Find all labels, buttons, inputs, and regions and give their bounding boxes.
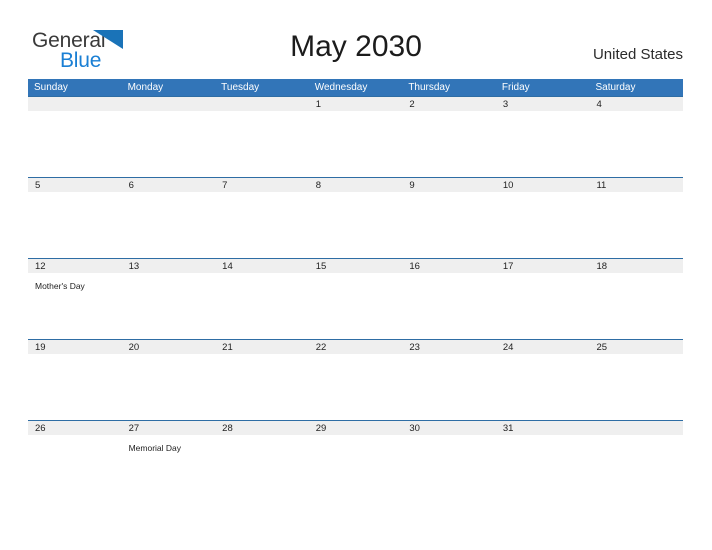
day-cell[interactable]: Memorial Day xyxy=(122,435,216,501)
day-cell[interactable] xyxy=(28,111,122,177)
day-cell[interactable] xyxy=(215,111,309,177)
day-cell[interactable] xyxy=(122,273,216,339)
day-cell[interactable] xyxy=(309,111,403,177)
day-cell[interactable] xyxy=(215,354,309,420)
day-cell[interactable] xyxy=(122,192,216,258)
day-number[interactable]: 2 xyxy=(402,97,496,111)
day-number[interactable]: 29 xyxy=(309,421,403,435)
day-cell[interactable] xyxy=(589,273,683,339)
day-number[interactable]: 15 xyxy=(309,259,403,273)
day-number[interactable]: 20 xyxy=(122,340,216,354)
day-cell[interactable] xyxy=(589,354,683,420)
day-cell[interactable]: Mother's Day xyxy=(28,273,122,339)
day-number[interactable] xyxy=(215,97,309,111)
day-number[interactable]: 17 xyxy=(496,259,590,273)
weekday-wednesday: Wednesday xyxy=(314,82,368,93)
day-number[interactable]: 28 xyxy=(215,421,309,435)
day-number[interactable]: 27 xyxy=(122,421,216,435)
day-cell[interactable] xyxy=(402,111,496,177)
day-number[interactable]: 4 xyxy=(589,97,683,111)
day-number[interactable]: 5 xyxy=(28,178,122,192)
day-cell[interactable] xyxy=(589,192,683,258)
day-number[interactable]: 16 xyxy=(402,259,496,273)
day-cell[interactable] xyxy=(496,354,590,420)
day-cell[interactable] xyxy=(496,435,590,501)
day-number[interactable]: 24 xyxy=(496,340,590,354)
weekday-header-row: Sunday Monday Tuesday Wednesday Thursday… xyxy=(28,79,683,96)
page-header: General Blue May 2030 United States xyxy=(0,0,712,71)
day-number[interactable] xyxy=(589,421,683,435)
day-cell[interactable] xyxy=(309,435,403,501)
day-number[interactable]: 31 xyxy=(496,421,590,435)
day-cell[interactable] xyxy=(402,435,496,501)
day-event-label: Mother's Day xyxy=(35,281,85,291)
day-number[interactable]: 3 xyxy=(496,97,590,111)
day-cell[interactable] xyxy=(28,435,122,501)
weekday-saturday: Saturday xyxy=(595,82,636,93)
weekday-tuesday: Tuesday xyxy=(221,82,260,93)
day-cell[interactable] xyxy=(402,192,496,258)
day-number[interactable]: 22 xyxy=(309,340,403,354)
day-cell[interactable] xyxy=(496,111,590,177)
day-cell[interactable] xyxy=(309,273,403,339)
weekday-sunday: Sunday xyxy=(34,82,68,93)
week-date-band: 26 27 28 29 30 31 xyxy=(28,420,683,435)
day-number[interactable]: 7 xyxy=(215,178,309,192)
day-number[interactable]: 13 xyxy=(122,259,216,273)
calendar-week-row: 1 2 3 4 xyxy=(28,96,683,177)
day-number[interactable]: 11 xyxy=(589,178,683,192)
day-number[interactable]: 26 xyxy=(28,421,122,435)
week-event-band xyxy=(28,111,683,177)
day-event-label: Memorial Day xyxy=(128,443,182,453)
region-label: United States xyxy=(592,46,683,63)
day-number[interactable]: 12 xyxy=(28,259,122,273)
day-number[interactable] xyxy=(122,97,216,111)
day-cell[interactable] xyxy=(215,192,309,258)
day-cell[interactable] xyxy=(28,192,122,258)
week-event-band xyxy=(28,192,683,258)
day-cell[interactable] xyxy=(309,354,403,420)
weekday-monday: Monday xyxy=(127,82,164,93)
week-event-band: Memorial Day xyxy=(28,435,683,501)
day-cell[interactable] xyxy=(402,273,496,339)
day-number[interactable]: 8 xyxy=(309,178,403,192)
week-event-band: Mother's Day xyxy=(28,273,683,339)
day-number[interactable]: 18 xyxy=(589,259,683,273)
day-number[interactable]: 1 xyxy=(309,97,403,111)
day-cell[interactable] xyxy=(122,111,216,177)
week-date-band: 1 2 3 4 xyxy=(28,96,683,111)
calendar-week-row: 5 6 7 8 9 10 11 xyxy=(28,177,683,258)
calendar-grid: Sunday Monday Tuesday Wednesday Thursday… xyxy=(28,79,683,501)
calendar-page: General Blue May 2030 United States Sund… xyxy=(0,0,712,550)
calendar-week-row: 12 13 14 15 16 17 18 Mother's Day xyxy=(28,258,683,339)
day-number[interactable]: 10 xyxy=(496,178,590,192)
day-cell[interactable] xyxy=(215,435,309,501)
day-number[interactable]: 25 xyxy=(589,340,683,354)
week-date-band: 5 6 7 8 9 10 11 xyxy=(28,177,683,192)
day-cell[interactable] xyxy=(589,435,683,501)
day-cell[interactable] xyxy=(122,354,216,420)
day-number[interactable]: 30 xyxy=(402,421,496,435)
week-date-band: 19 20 21 22 23 24 25 xyxy=(28,339,683,354)
week-event-band xyxy=(28,354,683,420)
weekday-friday: Friday xyxy=(501,82,530,93)
day-cell[interactable] xyxy=(496,192,590,258)
week-date-band: 12 13 14 15 16 17 18 xyxy=(28,258,683,273)
day-cell[interactable] xyxy=(28,354,122,420)
day-number[interactable]: 6 xyxy=(122,178,216,192)
calendar-week-row: 26 27 28 29 30 31 Memorial Day xyxy=(28,420,683,501)
day-cell[interactable] xyxy=(215,273,309,339)
day-number[interactable]: 19 xyxy=(28,340,122,354)
day-number[interactable]: 21 xyxy=(215,340,309,354)
day-number[interactable]: 9 xyxy=(402,178,496,192)
day-number[interactable]: 14 xyxy=(215,259,309,273)
day-cell[interactable] xyxy=(309,192,403,258)
day-number[interactable] xyxy=(28,97,122,111)
calendar-week-row: 19 20 21 22 23 24 25 xyxy=(28,339,683,420)
day-cell[interactable] xyxy=(402,354,496,420)
day-number[interactable]: 23 xyxy=(402,340,496,354)
weekday-thursday: Thursday xyxy=(408,82,450,93)
day-cell[interactable] xyxy=(589,111,683,177)
day-cell[interactable] xyxy=(496,273,590,339)
